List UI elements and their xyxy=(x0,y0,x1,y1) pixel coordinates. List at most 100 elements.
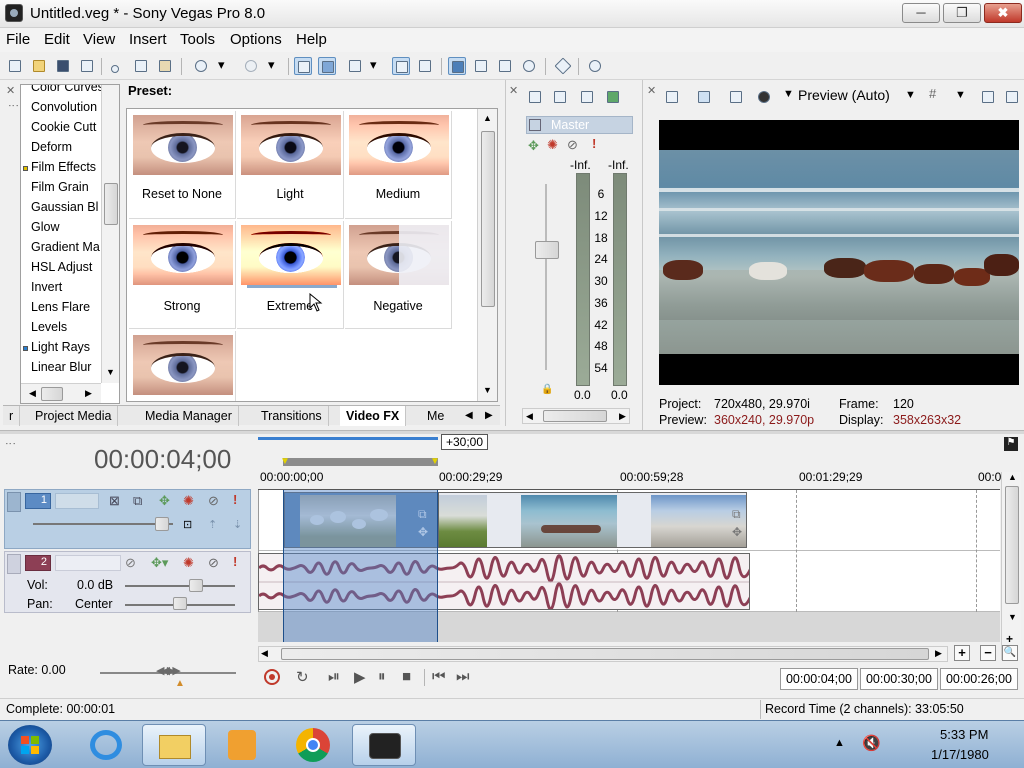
vegas-app-icon[interactable] xyxy=(5,4,23,22)
show-hidden-icons-icon[interactable]: ▲ xyxy=(834,737,845,749)
solo-icon[interactable]: ! xyxy=(592,136,596,151)
new-icon[interactable] xyxy=(6,57,24,75)
panel-grip[interactable]: ⋮ xyxy=(7,100,20,111)
video-fx-icon[interactable] xyxy=(727,88,745,106)
bypass-icon[interactable]: ⊘ xyxy=(567,137,578,153)
track-solo-icon[interactable]: ! xyxy=(233,492,237,507)
scroll-down-icon[interactable]: ▼ xyxy=(106,367,115,377)
taskbar-ie-icon[interactable] xyxy=(74,724,138,766)
copy-icon[interactable] xyxy=(132,57,150,75)
hscroll-thumb[interactable] xyxy=(281,648,929,660)
preview-properties-icon[interactable] xyxy=(663,88,681,106)
menu-insert[interactable]: Insert xyxy=(129,31,167,48)
volume-slider-knob[interactable] xyxy=(189,579,203,592)
scroll-up-icon[interactable]: ▲ xyxy=(1008,472,1017,482)
track-motion-icon[interactable]: ✥ xyxy=(159,493,170,509)
help-icon[interactable] xyxy=(586,57,604,75)
zoom-tool-button[interactable]: 🔍 xyxy=(1002,645,1018,661)
overlays-icon[interactable]: # xyxy=(929,86,936,101)
preset-light[interactable]: Light xyxy=(237,111,344,219)
redo-dropdown-icon[interactable]: ▾ xyxy=(268,57,280,75)
undo-dropdown-icon[interactable]: ▾ xyxy=(218,57,230,75)
panel-close-icon[interactable]: ✕ xyxy=(509,84,518,97)
preset-extreme[interactable]: Extreme xyxy=(237,221,344,329)
track-solo-icon[interactable]: ! xyxy=(233,554,237,569)
fx-list-hscrollbar[interactable]: ◀ ▶ xyxy=(21,383,101,403)
go-to-start-button[interactable]: ⏮ xyxy=(432,668,446,685)
list-item[interactable]: Film Effects xyxy=(31,160,96,174)
scroll-right-icon[interactable]: ▶ xyxy=(85,388,92,399)
list-item[interactable]: Gradient Ma xyxy=(31,240,100,254)
redo-icon[interactable] xyxy=(242,57,260,75)
pan-slider-knob[interactable] xyxy=(173,597,187,610)
marker-flag-icon[interactable]: ⚑ xyxy=(1004,437,1018,451)
list-item[interactable]: Color Curves xyxy=(31,85,104,94)
preset-vscrollbar[interactable]: ▲ ▼ xyxy=(477,109,497,401)
envelope-edit-icon[interactable] xyxy=(472,57,490,75)
fx-gear-icon[interactable]: ✺ xyxy=(547,137,558,153)
list-item[interactable]: Gaussian Bl xyxy=(31,200,98,214)
taskbar-media-player-icon[interactable] xyxy=(210,724,274,766)
play-button[interactable]: ▶ xyxy=(354,668,366,686)
tab-scroll-left-icon[interactable]: ◀ xyxy=(459,406,479,426)
track-name-field[interactable] xyxy=(55,555,121,571)
loop-start-handle-icon[interactable]: ▼ xyxy=(280,456,290,467)
invert-phase-icon[interactable]: ⊘ xyxy=(125,555,136,571)
scroll-thumb[interactable] xyxy=(481,131,495,307)
external-monitor-icon[interactable] xyxy=(695,88,713,106)
tab-project-media[interactable]: Project Media xyxy=(29,406,119,426)
pan-icon[interactable]: ✥ xyxy=(528,138,539,154)
list-item[interactable]: Light Rays xyxy=(31,340,90,354)
track-minimize-icon[interactable] xyxy=(7,492,21,512)
mute-icon[interactable]: ⊠ xyxy=(109,493,120,509)
maximize-button[interactable]: ❐ xyxy=(943,3,981,23)
zoom-in-track-icon[interactable]: + xyxy=(1006,632,1013,646)
paste-icon[interactable] xyxy=(156,57,174,75)
copy-snapshot-icon[interactable] xyxy=(979,88,997,106)
split-dropdown-icon[interactable]: ▼ xyxy=(783,88,794,100)
preset-reset-to-none[interactable]: Reset to None xyxy=(129,111,236,219)
loop-region[interactable] xyxy=(283,458,438,466)
go-to-end-button[interactable]: ⏭ xyxy=(456,668,470,685)
track-mute-icon[interactable]: ⊘ xyxy=(208,493,219,509)
lock-envelopes-icon[interactable] xyxy=(346,57,364,75)
play-from-start-button[interactable]: ⏯ xyxy=(328,668,340,685)
master-fader-knob[interactable] xyxy=(535,241,559,259)
list-item[interactable]: Levels xyxy=(31,320,67,334)
scroll-up-icon[interactable]: ▲ xyxy=(483,113,492,123)
menu-edit[interactable]: Edit xyxy=(44,31,70,48)
tab-media-generators[interactable]: Me xyxy=(421,406,450,426)
hscroll-thumb[interactable] xyxy=(543,410,607,422)
compositing-mode-icon[interactable]: ⧉ xyxy=(133,493,142,509)
track-minimize-icon[interactable] xyxy=(7,554,21,574)
track-mute-icon[interactable]: ⊘ xyxy=(208,555,219,571)
downmix-icon[interactable] xyxy=(551,88,569,106)
composite-child-icon[interactable]: ⊡ xyxy=(183,518,192,531)
tab-transitions[interactable]: Transitions xyxy=(255,406,329,426)
make-compositing-parent-icon[interactable]: ⇡ xyxy=(208,518,217,531)
loop-playback-button[interactable]: ↻ xyxy=(296,668,309,686)
timeline-vscrollbar[interactable]: ▲ ▼ + − xyxy=(1001,472,1021,664)
lock-icon[interactable]: 🔒 xyxy=(541,384,553,395)
time-selection[interactable] xyxy=(283,490,438,612)
panel-grip[interactable]: ⋮ xyxy=(4,438,17,449)
hscroll-thumb[interactable] xyxy=(41,387,63,401)
selection-length-field[interactable]: 00:00:26;00 xyxy=(940,668,1018,690)
record-button[interactable] xyxy=(264,669,280,685)
taskbar-explorer-icon[interactable] xyxy=(142,724,206,766)
menu-file[interactable]: File xyxy=(6,31,30,48)
minimize-button[interactable]: ─ xyxy=(902,3,940,23)
tab-hidden[interactable]: r xyxy=(3,406,21,426)
ripple-dropdown-icon[interactable]: ▾ xyxy=(370,57,382,75)
undo-icon[interactable] xyxy=(192,57,210,75)
loop-end-handle-icon[interactable]: ▼ xyxy=(430,456,440,467)
master-icon[interactable] xyxy=(529,119,541,131)
vscroll-thumb[interactable] xyxy=(1005,486,1019,604)
preset-strong[interactable]: Strong xyxy=(129,221,236,329)
stop-button[interactable]: ■ xyxy=(402,668,411,685)
scroll-thumb[interactable] xyxy=(104,183,118,225)
list-item[interactable]: Linear Blur xyxy=(31,360,91,374)
list-item[interactable]: Lens Flare xyxy=(31,300,90,314)
scroll-down-icon[interactable]: ▼ xyxy=(483,385,492,395)
preset-item[interactable] xyxy=(129,331,236,401)
